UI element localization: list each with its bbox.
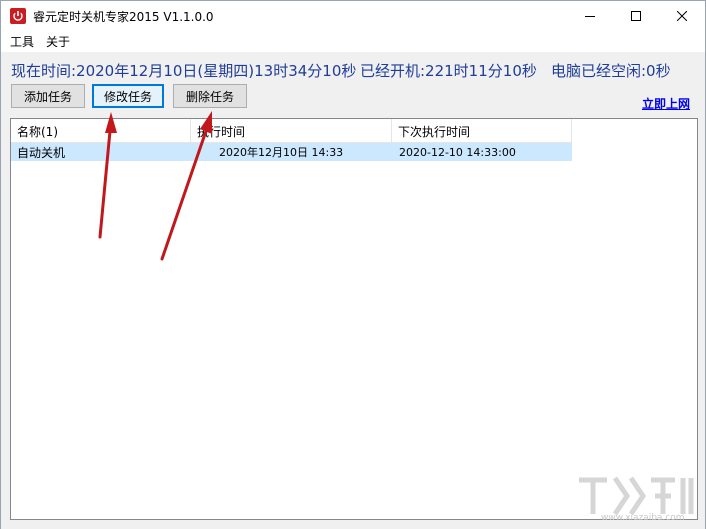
title-bar[interactable]: 睿元定时关机专家2015 V1.1.0.0 (1, 1, 705, 31)
maximize-icon (631, 11, 641, 21)
client-area: 现在时间:2020年12月10日(星期四)13时34分10秒 已经开机:221时… (1, 52, 705, 529)
menu-about[interactable]: 关于 (46, 33, 70, 50)
table-row[interactable]: 自动关机 2020年12月10日 14:33 2020-12-10 14:33:… (11, 143, 572, 161)
edit-task-button[interactable]: 修改任务 (92, 84, 164, 108)
task-next-time-cell: 2020-12-10 14:33:00 (399, 145, 516, 159)
task-list[interactable]: 名称(1) 执行时间 下次执行时间 自动关机 2020年12月10日 14:33… (10, 118, 698, 520)
minimize-button[interactable] (567, 1, 613, 31)
menu-bar: 工具 关于 (1, 31, 705, 51)
watermark-url: www.xiazaiba.com (601, 513, 685, 523)
menu-tools[interactable]: 工具 (10, 33, 34, 50)
column-header-next-time[interactable]: 下次执行时间 (392, 119, 572, 143)
go-online-link[interactable]: 立即上网 (642, 95, 690, 112)
column-header-exec-time[interactable]: 执行时间 (191, 119, 392, 143)
add-task-button[interactable]: 添加任务 (11, 84, 85, 108)
column-header-name[interactable]: 名称(1) (11, 119, 191, 143)
close-icon (677, 11, 687, 21)
close-button[interactable] (659, 1, 705, 31)
delete-task-button[interactable]: 删除任务 (173, 84, 247, 108)
window-title: 睿元定时关机专家2015 V1.1.0.0 (33, 10, 214, 24)
current-time-status: 现在时间:2020年12月10日(星期四)13时34分10秒 (11, 62, 357, 80)
uptime-status: 已经开机:221时11分10秒 (360, 62, 537, 80)
maximize-button[interactable] (613, 1, 659, 31)
idle-status: 电脑已经空闲:0秒 (551, 62, 671, 80)
minimize-icon (585, 16, 595, 17)
task-exec-time-cell: 2020年12月10日 14:33 (219, 146, 344, 159)
task-name-cell: 自动关机 (17, 145, 66, 160)
app-window: 睿元定时关机专家2015 V1.1.0.0 工具 关于 现在时间:2020年12… (0, 0, 706, 529)
power-icon (10, 8, 26, 24)
task-list-header: 名称(1) 执行时间 下次执行时间 (11, 119, 572, 143)
